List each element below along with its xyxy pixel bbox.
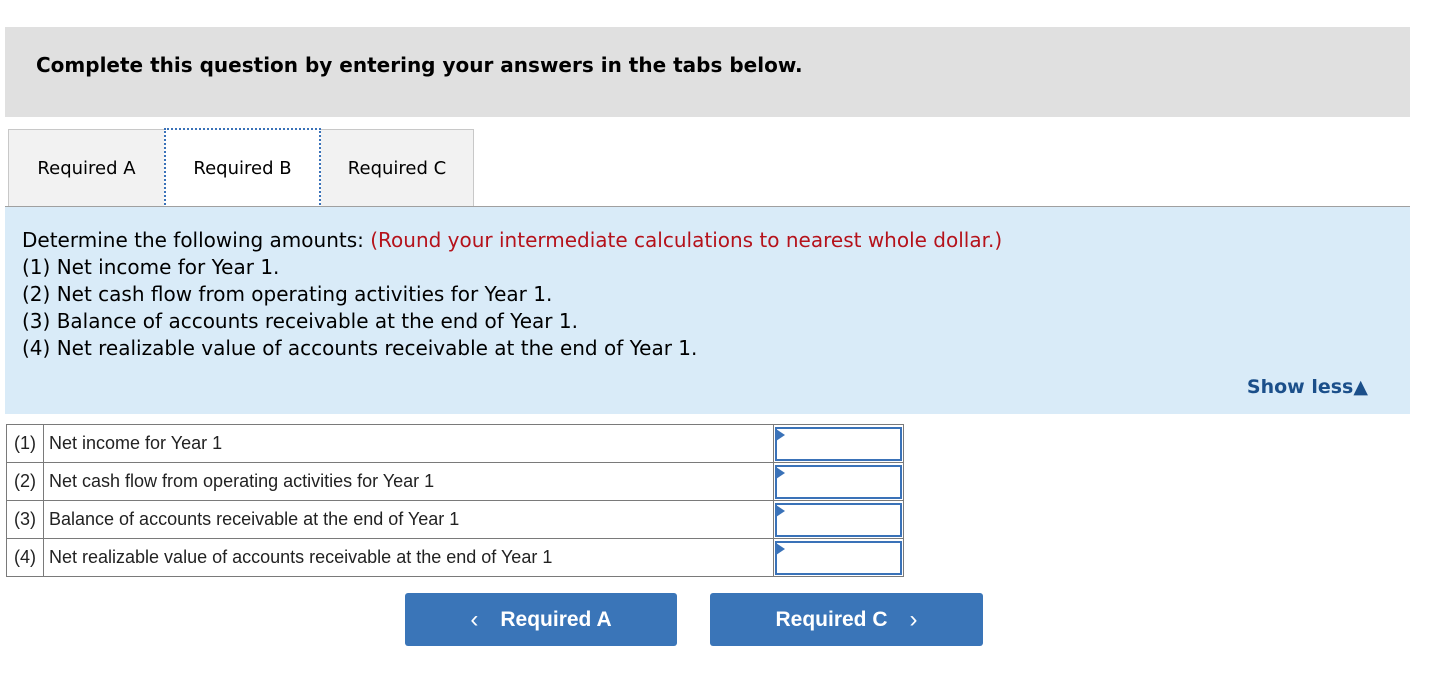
tab-bar: Required A Required B Required C [8, 128, 474, 208]
input-flag-icon [776, 542, 785, 555]
row-label: Balance of accounts receivable at the en… [43, 500, 774, 539]
table-row: (3) Balance of accounts receivable at th… [6, 500, 904, 539]
instruction-item: (1) Net income for Year 1. [22, 255, 280, 279]
table-row: (1) Net income for Year 1 [6, 424, 904, 463]
instruction-item: (3) Balance of accounts receivable at th… [22, 309, 578, 333]
instructions-intro-line: Determine the following amounts: (Round … [22, 227, 1002, 254]
row-number: (1) [6, 424, 44, 463]
chevron-right-icon: › [909, 605, 918, 633]
tab-required-b[interactable]: Required B [164, 128, 321, 208]
accounts-receivable-balance-input[interactable] [775, 502, 902, 537]
question-header: Complete this question by entering your … [5, 27, 1410, 117]
row-label: Net realizable value of accounts receiva… [43, 538, 774, 577]
answer-table: (1) Net income for Year 1 (2) Net cash f… [6, 424, 904, 577]
instructions-intro: Determine the following amounts: [22, 228, 371, 252]
instruction-item: (2) Net cash flow from operating activit… [22, 282, 553, 306]
row-number: (3) [6, 500, 44, 539]
row-label: Net income for Year 1 [43, 424, 774, 463]
chevron-left-icon: ‹ [470, 605, 479, 633]
show-less-label: Show less [1246, 376, 1354, 398]
show-less-toggle[interactable]: Show less▲ [1247, 376, 1368, 398]
row-label: Net cash flow from operating activities … [43, 462, 774, 501]
input-flag-icon [776, 466, 785, 479]
input-flag-icon [776, 504, 785, 517]
tab-required-c[interactable]: Required C [321, 129, 474, 207]
operating-cash-flow-input[interactable] [775, 464, 902, 499]
net-realizable-value-input[interactable] [775, 540, 902, 575]
prev-required-a-button[interactable]: ‹ Required A [405, 593, 677, 646]
input-flag-icon [776, 428, 785, 441]
prev-button-label: Required A [500, 607, 612, 631]
tab-required-a[interactable]: Required A [8, 129, 164, 207]
next-button-label: Required C [775, 607, 888, 631]
rounding-note: (Round your intermediate calculations to… [370, 228, 1003, 252]
net-income-input[interactable] [775, 426, 902, 461]
triangle-up-icon: ▲ [1353, 376, 1368, 398]
instruction-item: (4) Net realizable value of accounts rec… [22, 336, 698, 360]
row-number: (4) [6, 538, 44, 577]
row-number: (2) [6, 462, 44, 501]
instructions-panel: Determine the following amounts: (Round … [5, 207, 1410, 414]
table-row: (2) Net cash flow from operating activit… [6, 462, 904, 501]
table-row: (4) Net realizable value of accounts rec… [6, 538, 904, 577]
next-required-c-button[interactable]: Required C › [710, 593, 983, 646]
header-title: Complete this question by entering your … [36, 53, 803, 77]
